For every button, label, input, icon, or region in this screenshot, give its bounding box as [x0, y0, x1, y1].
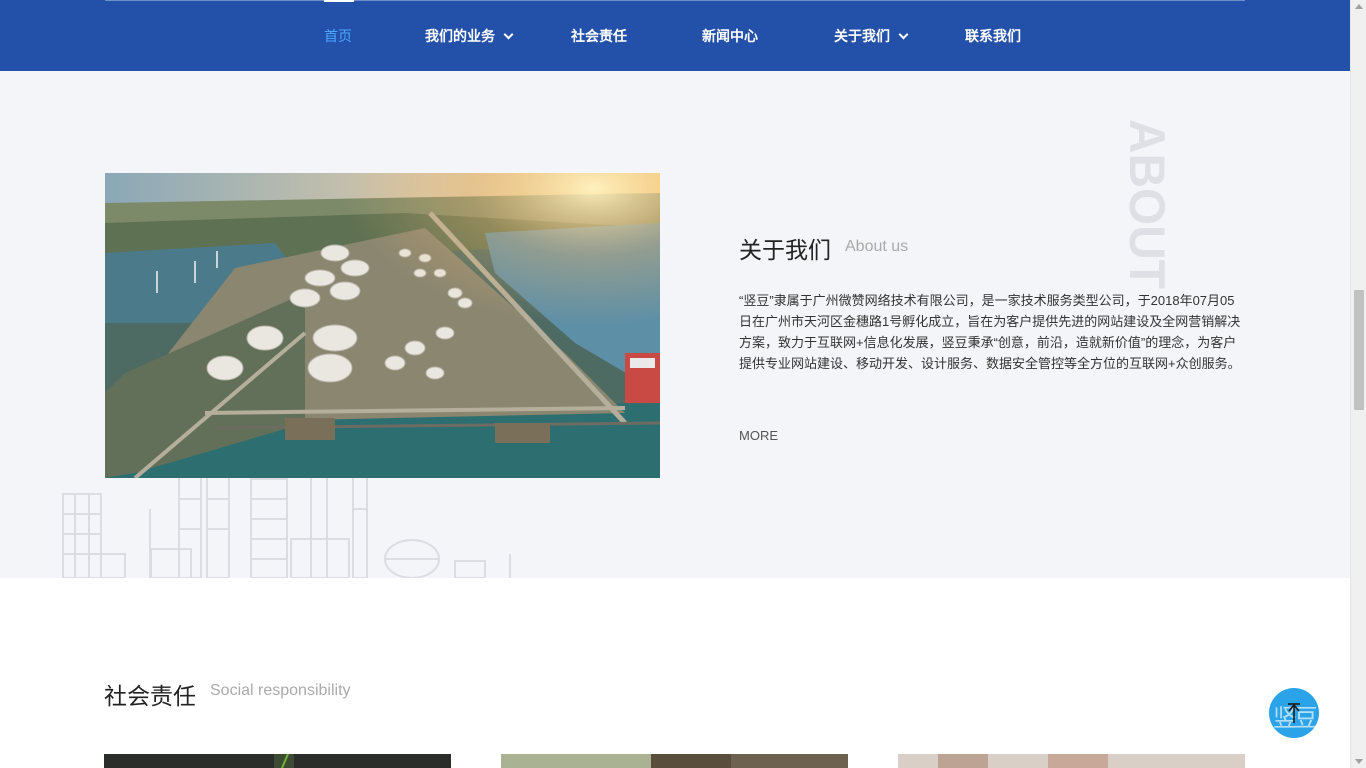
- nav-item-label: 首页: [324, 28, 352, 44]
- social-card[interactable]: [104, 754, 451, 768]
- chevron-down-icon: [898, 29, 909, 40]
- nav-item-label: 新闻中心: [702, 28, 758, 44]
- scroll-down-arrow-icon[interactable]: [1355, 759, 1363, 764]
- social-subtitle: Social responsibility: [210, 682, 351, 699]
- about-description: “竖豆”隶属于广州微赞网络技术有限公司，是一家技术服务类型公司，于2018年07…: [739, 293, 1241, 371]
- factory-illustration: [62, 469, 511, 578]
- social-card[interactable]: [898, 754, 1245, 768]
- page: 首页 我们的业务 社会责任 新闻中心 关于我们 联系我们 ABOUT 关于我们 …: [0, 0, 1350, 768]
- nav-item-social-responsibility[interactable]: 社会责任: [571, 24, 627, 48]
- about-image: [105, 173, 660, 478]
- nav-item-label: 社会责任: [571, 28, 627, 44]
- nav-item-home[interactable]: 首页: [324, 24, 352, 48]
- industrial-port-photo: [105, 173, 660, 478]
- top-navigation: 首页 我们的业务 社会责任 新闻中心 关于我们 联系我们: [0, 0, 1350, 71]
- more-link[interactable]: MORE: [739, 428, 778, 443]
- nav-item-contact[interactable]: 联系我们: [965, 24, 1021, 48]
- about-watermark: ABOUT: [1119, 119, 1175, 289]
- nav-divider: [105, 0, 1245, 1]
- social-title: 社会责任: [104, 683, 196, 709]
- nav-item-news[interactable]: 新闻中心: [702, 24, 758, 48]
- social-card-image: [104, 754, 451, 768]
- scroll-up-arrow-icon[interactable]: [1355, 4, 1363, 9]
- about-title: 关于我们: [739, 237, 831, 263]
- nav-item-label: 关于我们: [834, 28, 890, 44]
- about-section: ABOUT 关于我们 About us “竖豆”隶属于广州微赞网络技术有限公司，…: [0, 71, 1350, 578]
- chevron-down-icon: [503, 29, 514, 40]
- nav-item-label: 我们的业务: [425, 28, 495, 44]
- social-card-image: [501, 754, 848, 768]
- nav-active-indicator: [324, 0, 354, 2]
- back-to-top-button[interactable]: 竖豆: [1269, 688, 1319, 738]
- arrow-up-icon: [1288, 703, 1300, 723]
- about-watermark-text: ABOUT: [1119, 119, 1175, 289]
- vertical-scrollbar[interactable]: [1350, 0, 1366, 768]
- scrollbar-thumb[interactable]: [1354, 290, 1364, 410]
- about-subtitle: About us: [845, 238, 909, 255]
- nav-item-about[interactable]: 关于我们: [834, 24, 909, 48]
- social-card-image: [898, 754, 1245, 768]
- nav-item-business[interactable]: 我们的业务: [425, 24, 514, 48]
- nav-item-label: 联系我们: [965, 28, 1021, 44]
- social-card[interactable]: [501, 754, 848, 768]
